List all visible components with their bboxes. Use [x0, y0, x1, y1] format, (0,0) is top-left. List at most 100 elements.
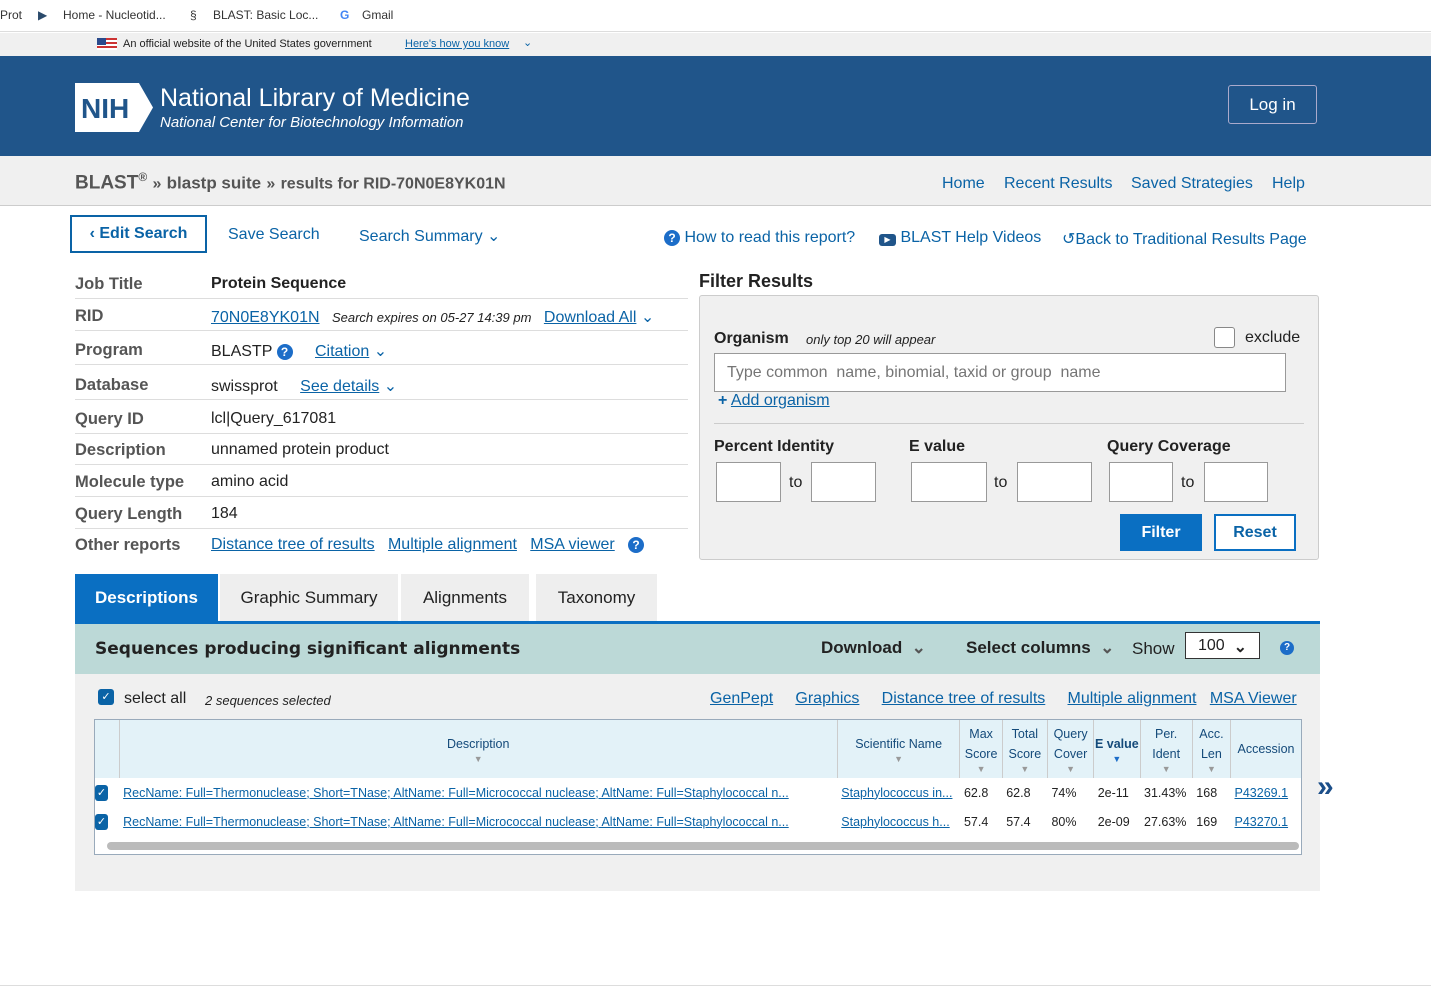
help-icon[interactable]: ? — [1280, 641, 1294, 655]
chevron-down-icon: ⌄ — [906, 638, 926, 657]
select-all-checkbox[interactable]: ✓ — [98, 689, 114, 705]
col-per-ident[interactable]: Per. Ident ▼ — [1139, 720, 1193, 778]
msa-viewer-link[interactable]: MSA Viewer — [1210, 690, 1297, 707]
reset-button[interactable]: Reset — [1214, 514, 1296, 551]
total-score: 57.4 — [1006, 814, 1031, 829]
nav-help[interactable]: Help — [1272, 175, 1305, 193]
citation-link[interactable]: Citation — [315, 343, 369, 360]
percent-identity-max[interactable] — [811, 462, 876, 502]
description-link[interactable]: RecName: Full=Thermonuclease; Short=TNas… — [123, 815, 789, 829]
results-table: Description ▼ Scientific Name ▼ Max Score ▼… — [95, 720, 1301, 836]
selected-count: 2 sequences selected — [205, 693, 331, 708]
save-search-link[interactable]: Save Search — [228, 226, 320, 244]
col-description[interactable]: Description ▼ — [118, 720, 838, 778]
back-traditional-label: Back to Traditional Results Page — [1075, 231, 1307, 248]
col-label: Query Cover — [1053, 727, 1088, 761]
dna-icon: § — [190, 8, 197, 22]
accession-link[interactable]: P43269.1 — [1235, 786, 1289, 800]
bookmark-blast[interactable]: BLAST: Basic Loc... — [213, 8, 318, 22]
graphics-link[interactable]: Graphics — [795, 690, 859, 707]
filter-button[interactable]: Filter — [1120, 514, 1202, 551]
horizontal-scrollbar[interactable] — [107, 842, 1299, 850]
evalue-min[interactable] — [911, 462, 987, 502]
acc-len: 169 — [1196, 814, 1218, 829]
see-details-link[interactable]: See details — [300, 378, 379, 395]
col-evalue[interactable]: E value ▼ — [1093, 720, 1140, 778]
scientific-name-link[interactable]: Staphylococcus h... — [841, 815, 949, 829]
help-icon[interactable]: ? — [628, 537, 645, 553]
tab-graphic-summary[interactable]: Graphic Summary — [220, 574, 398, 622]
nih-logo[interactable]: NIH — [75, 83, 153, 132]
description-link[interactable]: RecName: Full=Thermonuclease; Short=TNas… — [123, 786, 789, 800]
rid-link[interactable]: 70N0E8YK01N — [211, 309, 320, 326]
edit-search-button[interactable]: ‹ Edit Search — [70, 215, 207, 253]
scientific-name-link[interactable]: Staphylococcus in... — [841, 786, 952, 800]
sort-icon: ▼ — [1020, 764, 1030, 774]
msa-viewer-link[interactable]: MSA viewer — [530, 536, 614, 553]
row-checkbox[interactable]: ✓ — [95, 778, 119, 807]
distance-tree-link[interactable]: Distance tree of results — [882, 690, 1046, 707]
organism-input[interactable] — [714, 353, 1286, 392]
col-acc-len[interactable]: Acc. Len ▼ — [1191, 720, 1231, 778]
tab-taxonomy[interactable]: Taxonomy — [536, 574, 657, 622]
job-title-value: Protein Sequence — [211, 275, 347, 292]
back-traditional-link[interactable]: ↺Back to Traditional Results Page — [1062, 229, 1307, 249]
exclude-checkbox[interactable] — [1214, 327, 1235, 348]
download-all-link[interactable]: Download All — [544, 309, 637, 326]
distance-tree-link[interactable]: Distance tree of results — [211, 536, 375, 553]
edit-search-label: Edit Search — [99, 225, 188, 242]
breadcrumb-sep: » — [152, 175, 162, 193]
help-icon[interactable]: ? — [276, 344, 293, 360]
breadcrumb-bar: BLAST® » blastp suite » results for RID-… — [0, 156, 1431, 206]
max-score: 62.8 — [963, 785, 989, 800]
nav-saved-strategies[interactable]: Saved Strategies — [1131, 175, 1253, 193]
organism-label: Organism — [714, 330, 789, 347]
download-dropdown[interactable]: Download ⌄ — [821, 638, 926, 658]
select-columns-dropdown[interactable]: Select columns ⌄ — [966, 638, 1114, 658]
multiple-alignment-link[interactable]: Multiple alignment — [1068, 690, 1197, 707]
sort-icon: ▼ — [1066, 764, 1076, 774]
chevron-down-icon: ⌄ — [523, 37, 533, 49]
search-summary-dropdown[interactable]: Search Summary ⌄ — [359, 226, 500, 246]
multiple-alignment-link[interactable]: Multiple alignment — [388, 536, 517, 553]
help-videos-link[interactable]: ▶ BLAST Help Videos — [879, 229, 1041, 247]
percent-identity-min[interactable] — [716, 462, 781, 502]
total-score: 62.8 — [1006, 785, 1031, 800]
breadcrumb-suite[interactable]: blastp suite — [167, 173, 261, 192]
table-header-row: Description ▼ Scientific Name ▼ Max Score ▼… — [95, 720, 1301, 778]
col-total-score[interactable]: Total Score ▼ — [1001, 720, 1048, 778]
expires-text: Search expires on 05-27 14:39 pm — [331, 310, 532, 325]
bookmark-gmail[interactable]: Gmail — [362, 8, 393, 22]
breadcrumb-blast[interactable]: BLAST — [75, 172, 138, 193]
query-coverage-max[interactable] — [1204, 462, 1268, 502]
tab-descriptions[interactable]: Descriptions — [75, 574, 218, 622]
results-table-wrap: Description ▼ Scientific Name ▼ Max Score ▼… — [94, 719, 1302, 855]
col-accession[interactable]: Accession — [1230, 720, 1301, 778]
tab-alignments[interactable]: Alignments — [401, 574, 529, 622]
evalue-max[interactable] — [1017, 462, 1092, 502]
results-links: GenPept Graphics Distance tree of result… — [710, 690, 1297, 708]
to-label: to — [994, 474, 1008, 491]
video-icon: ▶ — [879, 234, 896, 246]
add-organism-link[interactable]: + Add organism — [718, 392, 830, 410]
col-query-cover[interactable]: Query Cover ▼ — [1046, 720, 1094, 778]
table-row: ✓ RecName: Full=Thermonuclease; Short=TN… — [95, 807, 1301, 836]
scroll-right-icon[interactable]: » — [1317, 770, 1334, 804]
how-to-read-link[interactable]: ? How to read this report? — [664, 229, 855, 247]
genpept-link[interactable]: GenPept — [710, 690, 773, 707]
col-max-score[interactable]: Max Score ▼ — [959, 720, 1003, 778]
query-coverage-min[interactable] — [1109, 462, 1173, 502]
chevron-down-icon: ⌄ — [1233, 639, 1247, 656]
col-scientific-name[interactable]: Scientific Name ▼ — [836, 720, 960, 778]
nav-home[interactable]: Home — [942, 175, 985, 193]
row-checkbox[interactable]: ✓ — [95, 807, 119, 836]
login-button[interactable]: Log in — [1228, 85, 1317, 124]
show-label: Show — [1132, 639, 1175, 658]
bookmark-nucleotide[interactable]: Home - Nucleotid... — [63, 8, 166, 22]
google-icon: G — [340, 8, 350, 22]
how-you-know-link[interactable]: Here's how you know — [405, 38, 509, 50]
nav-recent-results[interactable]: Recent Results — [1004, 175, 1113, 193]
accession-link[interactable]: P43270.1 — [1235, 815, 1289, 829]
bookmark-prot[interactable]: Prot — [0, 8, 22, 22]
show-select[interactable]: 100 ⌄ — [1185, 632, 1260, 659]
